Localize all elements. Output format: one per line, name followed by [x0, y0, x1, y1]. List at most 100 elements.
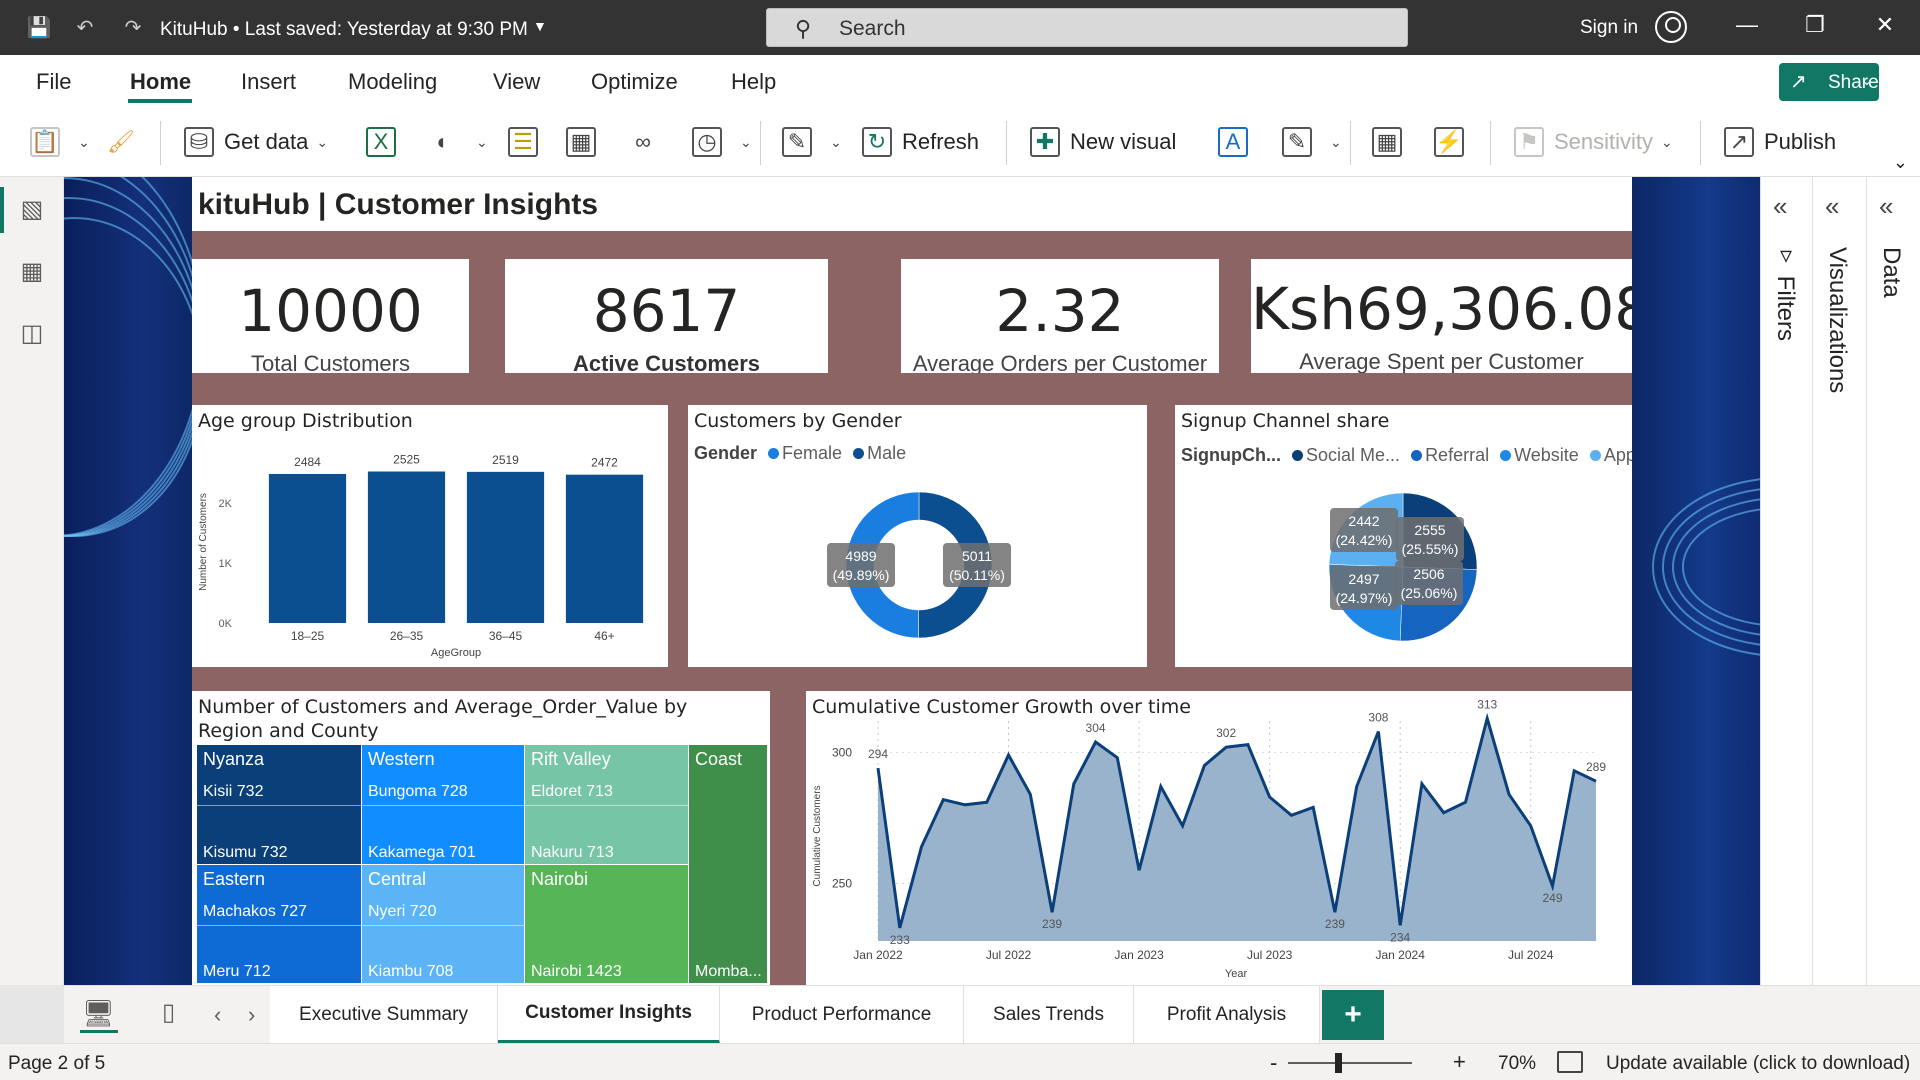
kpi-card-average-spent[interactable]: Ksh69,306.08 Average Spent per Customer	[1251, 259, 1632, 373]
treemap-region-western[interactable]: Western Bungoma 728 Kakamega 701	[362, 745, 524, 864]
refresh-button[interactable]: ↻ Refresh	[862, 123, 979, 161]
menu-home[interactable]: Home	[130, 69, 191, 95]
sign-in-link[interactable]: Sign in	[1580, 17, 1638, 39]
menu-modeling[interactable]: Modeling	[348, 69, 437, 95]
treemap-region-rift-valley[interactable]: Rift Valley Eldoret 713 Nakuru 713	[525, 745, 688, 864]
treemap-region-coast[interactable]: Coast Momba...	[689, 745, 767, 983]
region-county-treemap[interactable]: Number of Customers and Average_Order_Va…	[192, 691, 770, 985]
data-label-percent: (50.11%)	[949, 567, 1005, 583]
visualizations-pane-label[interactable]: Visualizations	[1823, 247, 1851, 393]
zoom-in-button[interactable]: +	[1453, 1049, 1466, 1075]
transform-data-button[interactable]: ✎ ⌄	[782, 123, 842, 161]
cumulative-growth-chart[interactable]: Cumulative Customer Growth over time Jan…	[806, 691, 1632, 985]
new-measure-button[interactable]: ▦	[1372, 123, 1412, 161]
redo-icon[interactable]: ↷	[120, 14, 146, 40]
app-title[interactable]: KituHub • Last saved: Yesterday at 9:30 …	[160, 19, 528, 41]
sensitivity-label: Sensitivity	[1554, 129, 1654, 154]
minimize-icon[interactable]: —	[1732, 12, 1762, 38]
model-view-icon[interactable]: ◫	[18, 319, 46, 347]
new-visual-button[interactable]: ✚ New visual	[1030, 123, 1176, 161]
kpi-card-average-orders[interactable]: 2.32 Average Orders per Customer	[901, 259, 1219, 373]
y-tick-label: 1K	[219, 558, 233, 570]
tab-sales-trends[interactable]: Sales Trends	[964, 986, 1134, 1044]
ribbon-divider	[1006, 121, 1007, 165]
prev-page-icon[interactable]: ‹	[214, 1002, 221, 1028]
fit-to-page-icon[interactable]	[1557, 1051, 1583, 1073]
bar	[565, 474, 644, 623]
format-painter-button[interactable]: 🖌	[106, 123, 146, 161]
share-button[interactable]: ↗ Share ⌄	[1779, 63, 1879, 101]
user-icon[interactable]	[1655, 11, 1687, 43]
treemap-region-central[interactable]: Central Nyeri 720 Kiambu 708	[362, 865, 524, 983]
chevron-down-icon: ⌄	[316, 133, 329, 150]
data-label-value: 2442	[1348, 513, 1379, 529]
y-axis-title: Cumulative Customers	[812, 785, 823, 886]
close-icon[interactable]: ✕	[1870, 12, 1900, 38]
enter-data-button[interactable]: ▦	[566, 123, 606, 161]
more-visuals-button[interactable]: ✎ ⌄	[1282, 123, 1342, 161]
age-group-chart[interactable]: Age group Distribution 0K 1K 2K Number of C…	[192, 405, 668, 667]
add-page-button[interactable]: +	[1322, 990, 1384, 1040]
menu-help[interactable]: Help	[731, 69, 776, 95]
tab-executive-summary[interactable]: Executive Summary	[270, 986, 498, 1044]
treemap-region-nyanza[interactable]: Nyanza Kisii 732 Kisumu 732	[197, 745, 361, 864]
data-label: 249	[1542, 891, 1562, 905]
visualizations-pane[interactable]: « Visualizations	[1812, 177, 1866, 985]
tab-product-performance[interactable]: Product Performance	[720, 986, 964, 1044]
excel-workbook-button[interactable]: X	[366, 123, 406, 161]
menu-insert[interactable]: Insert	[241, 69, 296, 95]
zoom-slider-thumb[interactable]	[1334, 1053, 1342, 1073]
filters-pane-label[interactable]: ▿ Filters	[1771, 241, 1799, 341]
filters-pane[interactable]: « ▿ Filters	[1760, 177, 1812, 985]
kpi-label: Average Orders per Customer	[912, 351, 1208, 373]
tab-customer-insights[interactable]: Customer Insights	[498, 986, 720, 1044]
y-tick-label: 250	[832, 876, 852, 890]
treemap-region-nairobi[interactable]: Nairobi Nairobi 1423	[525, 865, 688, 983]
save-icon[interactable]: 💾	[26, 14, 52, 40]
signup-channel-pie-chart[interactable]: Signup Channel share SignupCh... Social …	[1175, 405, 1632, 667]
title-dropdown-icon[interactable]: ▼	[533, 18, 547, 34]
onelake-hub-button[interactable]: ◐ ⌄	[428, 123, 487, 161]
data-label-value: 4989	[845, 548, 876, 564]
update-available-link[interactable]: Update available (click to download)	[1606, 1053, 1910, 1075]
text-box-button[interactable]: A	[1218, 123, 1258, 161]
gender-donut-chart[interactable]: Customers by Gender Gender Female Male 5…	[688, 405, 1147, 667]
ribbon-collapse-icon[interactable]: ⌄	[1893, 152, 1908, 173]
data-pane-label[interactable]: Data	[1877, 247, 1905, 298]
data-pane[interactable]: « Data	[1866, 177, 1920, 985]
table-view-icon[interactable]: ▦	[18, 257, 46, 285]
recent-sources-button[interactable]: ◷ ⌄	[692, 123, 752, 161]
treemap-county-label: Machakos 727	[203, 903, 308, 920]
desktop-layout-icon[interactable]: 🖥	[82, 998, 115, 1029]
kpi-label: Average Spent per Customer	[1299, 349, 1584, 373]
collapse-data-icon[interactable]: «	[1879, 191, 1893, 222]
dataverse-button[interactable]: ∞	[628, 123, 668, 161]
menu-view[interactable]: View	[493, 69, 540, 95]
next-page-icon[interactable]: ›	[248, 1002, 255, 1028]
growth-area-svg: Jan 2022 Jul 2022 Jan 2023 Jul 2023 Jan 2024…	[812, 697, 1606, 980]
zoom-slider[interactable]	[1288, 1062, 1412, 1064]
menu-optimize[interactable]: Optimize	[591, 69, 678, 95]
treemap-county-label: Kiambu 708	[368, 963, 454, 980]
mobile-layout-icon[interactable]: ▯	[162, 998, 175, 1027]
sql-server-button[interactable]: ☰	[508, 123, 548, 161]
get-data-button[interactable]: ⛁ Get data ⌄	[184, 123, 328, 161]
treemap-region-eastern[interactable]: Eastern Machakos 727 Meru 712	[197, 865, 361, 983]
tab-profit-analysis[interactable]: Profit Analysis	[1134, 986, 1320, 1044]
menu-file[interactable]: File	[36, 69, 71, 95]
kpi-card-active-customers[interactable]: 8617 Active Customers	[505, 259, 828, 373]
paste-button[interactable]: 📋 ⌄	[30, 123, 90, 161]
zoom-out-button[interactable]: -	[1270, 1050, 1277, 1076]
undo-icon[interactable]: ↶	[72, 14, 98, 40]
y-axis-title: Number of Customers	[198, 493, 209, 591]
kpi-card-total-customers[interactable]: 10000 Total Customers	[192, 259, 469, 373]
report-view-icon[interactable]: ▧	[18, 195, 46, 223]
search-box[interactable]: ⚲ Search	[766, 8, 1408, 47]
sensitivity-button[interactable]: ⚑ Sensitivity ⌄	[1514, 123, 1673, 161]
quick-measure-button[interactable]: ⚡	[1434, 123, 1474, 161]
restore-icon[interactable]: ❐	[1800, 12, 1830, 38]
collapse-visualizations-icon[interactable]: «	[1825, 191, 1839, 222]
publish-button[interactable]: ↗ Publish	[1724, 123, 1836, 161]
collapse-filters-icon[interactable]: «	[1773, 191, 1787, 222]
treemap-region-label: Coast	[695, 749, 743, 769]
